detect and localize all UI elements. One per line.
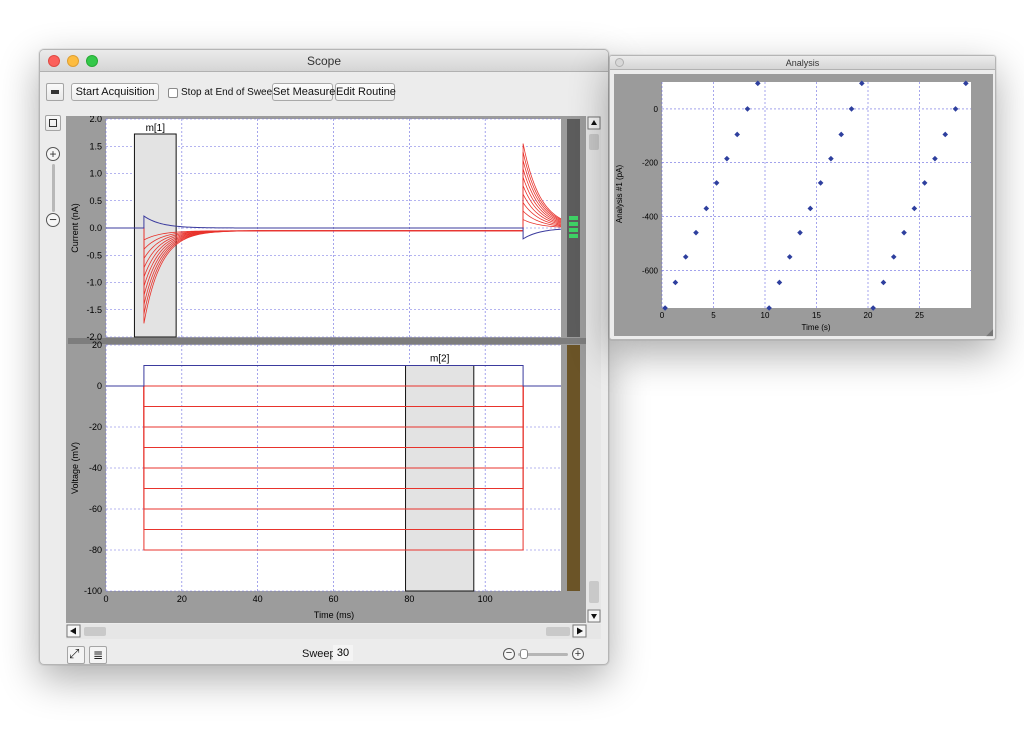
y-tick-label: -200	[642, 159, 659, 168]
time-axis-label: Time (ms)	[314, 610, 354, 620]
m1-label: m[1]	[146, 123, 166, 134]
current-axis-label: Current (nA)	[70, 203, 80, 253]
zoom-out-button[interactable]: −	[46, 213, 60, 227]
scope-plots: m[1] m[2] 0 20 40 60 80 100 2.0 1.5 1.0 0.5 0.0 -0.…	[66, 116, 601, 623]
scrollbar-thumb[interactable]	[589, 134, 599, 150]
meter-segment	[569, 216, 578, 220]
x-tick-label: 10	[761, 311, 770, 320]
scope-title: Scope	[306, 54, 342, 68]
x-tick-label: 60	[328, 594, 338, 604]
x-tick-label: 5	[711, 311, 716, 320]
analysis-x-label: Time (s)	[801, 323, 830, 332]
y-tick-label: -60	[89, 504, 102, 514]
analysis-y-label: Analysis #1 (pA)	[615, 165, 624, 224]
toolbox-icon	[49, 119, 57, 127]
y-tick-label: 1.0	[89, 169, 102, 179]
edit-routine-button[interactable]: Edit Routine	[335, 83, 396, 101]
y-tick-label: -0.5	[86, 250, 102, 260]
sweep-label: Sweep	[302, 648, 336, 660]
hscroll-thumb[interactable]	[84, 627, 106, 636]
time-zoom-slider[interactable]	[518, 649, 568, 659]
zoom-out-time-button[interactable]: −	[503, 648, 515, 660]
hscroll-thumb-right[interactable]	[546, 627, 570, 636]
y-tick-label: 1.5	[89, 141, 102, 151]
x-tick-label: 0	[103, 594, 108, 604]
analysis-window: Analysis 0 5 10 15 20 25 0 -200 -400 -600 Time (s…	[609, 55, 996, 340]
list-button[interactable]: ≣	[89, 646, 107, 664]
slider-knob[interactable]	[520, 649, 528, 659]
m2-label: m[2]	[430, 354, 450, 365]
record-icon	[51, 90, 59, 94]
zoom-in-button[interactable]: +	[46, 147, 60, 161]
y-tick-label: 20	[92, 340, 102, 350]
x-tick-label: 20	[864, 311, 873, 320]
plot-splitter[interactable]	[68, 338, 599, 344]
y-tick-label: 0	[97, 381, 102, 391]
record-button[interactable]	[46, 83, 64, 101]
list-icon: ≣	[93, 648, 104, 662]
y-tick-label: 2.0	[89, 116, 102, 124]
y-tick-label: -400	[642, 213, 659, 222]
x-tick-label: 40	[253, 594, 263, 604]
zoom-in-time-button[interactable]: +	[572, 648, 584, 660]
x-tick-label: 20	[177, 594, 187, 604]
x-tick-label: 15	[812, 311, 821, 320]
analysis-title: Analysis	[785, 58, 820, 68]
scope-window: Scope Start Acquisition Stop at End of S…	[39, 49, 609, 665]
zoom-out-icon: −	[49, 212, 57, 227]
scope-titlebar[interactable]: Scope	[40, 50, 608, 72]
vertical-scrollbar[interactable]	[586, 116, 601, 623]
horizontal-scrollbar[interactable]	[66, 624, 601, 639]
start-acquisition-button[interactable]: Start Acquisition	[71, 83, 159, 101]
meter-segment	[569, 234, 578, 238]
y-tick-label: -1.5	[86, 305, 102, 315]
set-measure-button[interactable]: Set Measure	[272, 83, 335, 101]
x-tick-label: 80	[404, 594, 414, 604]
y-tick-label: -1.0	[86, 278, 102, 288]
meter-segment	[569, 228, 578, 232]
sweep-number[interactable]: 30	[333, 645, 353, 661]
scrollbar-thumb-lower[interactable]	[589, 581, 599, 603]
analysis-titlebar[interactable]: Analysis	[610, 56, 995, 70]
vertical-zoom-slider[interactable]	[52, 164, 55, 212]
stop-at-end-label[interactable]: Stop at End of Sweep	[181, 87, 278, 98]
y-tick-label: -40	[89, 463, 102, 473]
resize-grip-icon[interactable]: ◢	[986, 327, 993, 338]
analysis-chart: 0 5 10 15 20 25 0 -200 -400 -600 Time (s) Analysi…	[614, 74, 993, 336]
x-tick-label: 25	[915, 311, 924, 320]
minimize-button[interactable]	[67, 55, 79, 67]
voltage-axis-label: Voltage (mV)	[70, 442, 80, 494]
stop-at-end-checkbox[interactable]	[168, 88, 178, 98]
y-tick-label: 0.5	[89, 196, 102, 206]
zoom-in-icon: +	[49, 147, 57, 161]
analysis-close-button[interactable]	[615, 58, 624, 67]
y-tick-label: -80	[89, 545, 102, 555]
y-tick-label: -600	[642, 266, 659, 275]
fit-window-icon: ⤢	[69, 646, 80, 661]
fit-window-button[interactable]: ⤢	[67, 646, 85, 664]
close-button[interactable]	[48, 55, 60, 67]
m2-marker[interactable]	[405, 365, 475, 592]
x-tick-label: 100	[478, 594, 493, 604]
y-tick-label: 0	[654, 105, 659, 114]
voltage-level-meter	[567, 345, 580, 591]
plus-icon: +	[574, 648, 582, 660]
x-tick-label: 0	[660, 311, 665, 320]
y-tick-label: -100	[84, 586, 102, 596]
minus-icon: −	[505, 647, 513, 659]
toolbox-button[interactable]	[45, 115, 61, 131]
y-tick-label: -20	[89, 422, 102, 432]
zoom-button[interactable]	[86, 55, 98, 67]
meter-segment	[569, 222, 578, 226]
y-tick-label: 0.0	[89, 223, 102, 233]
